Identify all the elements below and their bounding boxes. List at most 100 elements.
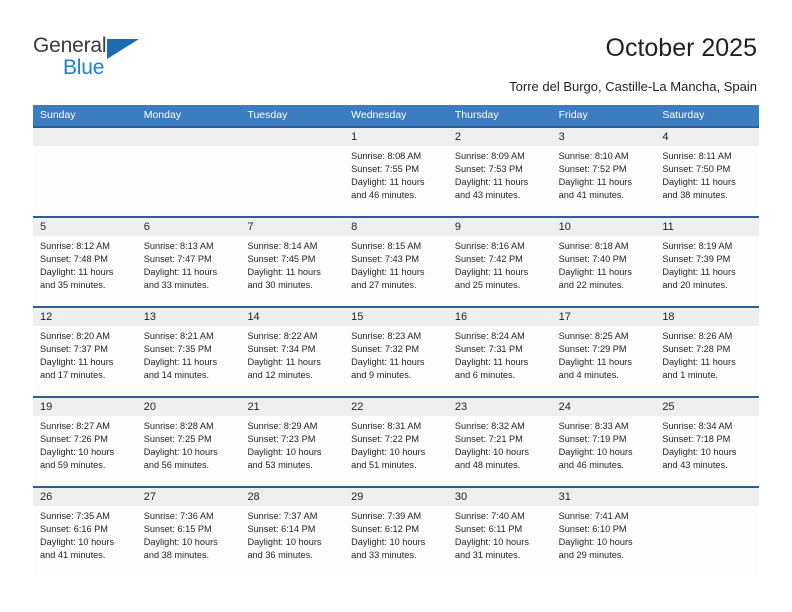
day-info-line: and 53 minutes.	[247, 460, 313, 470]
day-cell[interactable]: 25 Sunrise: 8:34 AM Sunset: 7:18 PM Dayligh…	[655, 398, 760, 486]
day-info-line: Daylight: 11 hours	[247, 267, 321, 277]
day-number: 29	[351, 491, 364, 503]
day-info-line: Daylight: 10 hours	[143, 537, 218, 547]
day-number: 7	[247, 221, 254, 233]
day-sun-info: Sunrise: 8:15 AM Sunset: 7:43 PM Daylight:…	[344, 236, 448, 292]
day-info-line: Daylight: 11 hours	[662, 267, 736, 277]
day-info-line: Sunset: 7:45 PM	[247, 254, 316, 264]
day-cell[interactable]: 2 Sunrise: 8:09 AM Sunset: 7:53 PM Daylight…	[447, 128, 552, 216]
day-cell-empty	[240, 128, 345, 216]
day-info-line: Sunrise: 8:20 AM	[40, 331, 110, 341]
day-cell[interactable]: 13 Sunrise: 8:21 AM Sunset: 7:35 PM Dayligh…	[136, 308, 241, 396]
day-info-line: Daylight: 10 hours	[351, 447, 426, 457]
day-sun-info: Sunrise: 7:36 AM Sunset: 6:15 PM Daylight:…	[137, 506, 241, 562]
day-info-line: Sunset: 7:32 PM	[351, 344, 420, 354]
day-number-band: 11	[655, 218, 760, 236]
day-info-line: Sunrise: 8:10 AM	[558, 151, 629, 161]
day-cell[interactable]: 7 Sunrise: 8:14 AM Sunset: 7:45 PM Daylight…	[240, 218, 345, 306]
day-cell-empty	[33, 128, 137, 216]
day-info-line: Daylight: 11 hours	[143, 267, 218, 277]
day-cell[interactable]: 21 Sunrise: 8:29 AM Sunset: 7:23 PM Dayligh…	[240, 398, 345, 486]
day-info-line: Daylight: 11 hours	[558, 177, 632, 187]
day-info-line: and 6 minutes.	[454, 370, 516, 380]
day-number: 31	[558, 491, 571, 503]
day-sun-info: Sunrise: 8:28 AM Sunset: 7:25 PM Daylight:…	[137, 416, 241, 472]
day-cell[interactable]: 23 Sunrise: 8:32 AM Sunset: 7:21 PM Dayligh…	[447, 398, 552, 486]
day-cell[interactable]: 18 Sunrise: 8:26 AM Sunset: 7:28 PM Dayligh…	[655, 308, 760, 396]
day-cell[interactable]: 5 Sunrise: 8:12 AM Sunset: 7:48 PM Daylight…	[33, 218, 137, 306]
day-info-line: Daylight: 11 hours	[454, 177, 529, 187]
day-info-line: Sunset: 6:11 PM	[454, 524, 523, 534]
day-number: 13	[143, 311, 156, 323]
day-number-band: 15	[344, 308, 448, 326]
weekday-header-row: Sunday Monday Tuesday Wednesday Thursday Frid…	[33, 105, 759, 126]
day-number: 19	[40, 401, 53, 413]
day-sun-info: Sunrise: 8:34 AM Sunset: 7:18 PM Daylight:…	[655, 416, 759, 472]
day-cell[interactable]: 3 Sunrise: 8:10 AM Sunset: 7:52 PM Daylight…	[551, 128, 656, 216]
day-info-line: Sunset: 7:53 PM	[454, 164, 523, 174]
day-sun-info: Sunrise: 8:27 AM Sunset: 7:26 PM Daylight:…	[33, 416, 137, 472]
day-cell[interactable]: 16 Sunrise: 8:24 AM Sunset: 7:31 PM Dayligh…	[447, 308, 552, 396]
day-cell[interactable]: 24 Sunrise: 8:33 AM Sunset: 7:19 PM Dayligh…	[551, 398, 656, 486]
day-info-line: Daylight: 11 hours	[351, 357, 425, 367]
day-info-line: Sunrise: 8:32 AM	[454, 421, 525, 431]
day-cell[interactable]: 14 Sunrise: 8:22 AM Sunset: 7:34 PM Dayligh…	[240, 308, 345, 396]
day-info-line: Daylight: 10 hours	[558, 447, 633, 457]
day-info-line: and 38 minutes.	[143, 550, 210, 560]
day-cell[interactable]: 28 Sunrise: 7:37 AM Sunset: 6:14 PM Dayligh…	[240, 488, 345, 576]
day-info-line: Sunrise: 8:26 AM	[662, 331, 733, 341]
day-cell[interactable]: 1 Sunrise: 8:08 AM Sunset: 7:55 PM Daylight…	[344, 128, 448, 216]
day-cell[interactable]: 27 Sunrise: 7:36 AM Sunset: 6:15 PM Dayligh…	[136, 488, 241, 576]
day-cell[interactable]: 8 Sunrise: 8:15 AM Sunset: 7:43 PM Daylight…	[344, 218, 448, 306]
day-number-band: 29	[344, 488, 448, 506]
day-info-line: Sunrise: 8:33 AM	[558, 421, 629, 431]
day-cell[interactable]: 9 Sunrise: 8:16 AM Sunset: 7:42 PM Daylight…	[447, 218, 552, 306]
day-number-band: 27	[136, 488, 241, 506]
day-cell[interactable]: 22 Sunrise: 8:31 AM Sunset: 7:22 PM Dayligh…	[344, 398, 448, 486]
day-cell[interactable]: 10 Sunrise: 8:18 AM Sunset: 7:40 PM Dayligh…	[551, 218, 656, 306]
day-info-line: Sunrise: 8:27 AM	[40, 421, 110, 431]
day-info-line: Sunrise: 8:14 AM	[247, 241, 318, 251]
day-cell[interactable]: 12 Sunrise: 8:20 AM Sunset: 7:37 PM Dayligh…	[33, 308, 137, 396]
day-info-line: Sunset: 7:50 PM	[662, 164, 731, 174]
day-info-line: Daylight: 11 hours	[662, 357, 736, 367]
day-cell[interactable]: 30 Sunrise: 7:40 AM Sunset: 6:11 PM Dayligh…	[447, 488, 552, 576]
day-number: 3	[558, 131, 565, 143]
day-sun-info: Sunrise: 8:25 AM Sunset: 7:29 PM Daylight:…	[552, 326, 656, 382]
day-info-line: Sunset: 7:28 PM	[662, 344, 731, 354]
day-number-band: 5	[33, 218, 137, 236]
day-info-line: and 30 minutes.	[247, 280, 313, 290]
day-number-band	[240, 128, 345, 146]
day-info-line: and 33 minutes.	[143, 280, 210, 290]
day-info-line: Daylight: 11 hours	[454, 357, 529, 367]
day-info-line: Sunrise: 7:37 AM	[247, 511, 318, 521]
day-cell[interactable]: 19 Sunrise: 8:27 AM Sunset: 7:26 PM Dayligh…	[33, 398, 137, 486]
day-info-line: and 31 minutes.	[454, 550, 521, 560]
day-info-line: and 36 minutes.	[247, 550, 313, 560]
day-info-line: and 48 minutes.	[454, 460, 521, 470]
day-cell[interactable]: 11 Sunrise: 8:19 AM Sunset: 7:39 PM Dayligh…	[655, 218, 760, 306]
day-info-line: Daylight: 11 hours	[351, 177, 425, 187]
day-cell[interactable]: 15 Sunrise: 8:23 AM Sunset: 7:32 PM Dayligh…	[344, 308, 448, 396]
day-info-line: and 38 minutes.	[662, 190, 728, 200]
day-info-line: Sunrise: 8:31 AM	[351, 421, 422, 431]
generalblue-logo[interactable]: General Blue	[33, 34, 163, 84]
day-number-band: 26	[33, 488, 137, 506]
day-cell[interactable]: 31 Sunrise: 7:41 AM Sunset: 6:10 PM Dayligh…	[551, 488, 656, 576]
day-cell[interactable]: 17 Sunrise: 8:25 AM Sunset: 7:29 PM Dayligh…	[551, 308, 656, 396]
day-number-band: 21	[240, 398, 345, 416]
day-cell[interactable]: 20 Sunrise: 8:28 AM Sunset: 7:25 PM Dayligh…	[136, 398, 241, 486]
day-cell[interactable]: 26 Sunrise: 7:35 AM Sunset: 6:16 PM Dayligh…	[33, 488, 137, 576]
day-number-band: 10	[551, 218, 656, 236]
weekday-header-friday: Friday	[558, 109, 588, 121]
day-info-line: Daylight: 10 hours	[40, 537, 115, 547]
day-cell[interactable]: 6 Sunrise: 8:13 AM Sunset: 7:47 PM Daylight…	[136, 218, 241, 306]
day-number-band: 1	[344, 128, 448, 146]
day-sun-info: Sunrise: 8:09 AM Sunset: 7:53 PM Daylight:…	[448, 146, 552, 202]
day-info-line: and 35 minutes.	[40, 280, 106, 290]
day-number: 14	[247, 311, 260, 323]
day-cell[interactable]: 29 Sunrise: 7:39 AM Sunset: 6:12 PM Dayligh…	[344, 488, 448, 576]
day-cell[interactable]: 4 Sunrise: 8:11 AM Sunset: 7:50 PM Daylight…	[655, 128, 760, 216]
logo-text-general: General	[33, 34, 107, 57]
day-info-line: Sunset: 7:21 PM	[454, 434, 523, 444]
